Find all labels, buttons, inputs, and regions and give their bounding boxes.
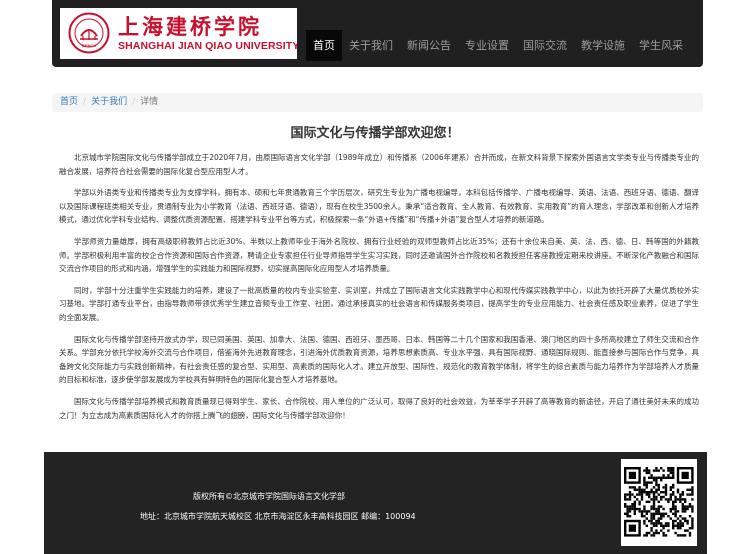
breadcrumb-separator: / bbox=[132, 97, 136, 107]
breadcrumb: 首页 / 关于我们 / 详情 bbox=[52, 93, 703, 112]
article-paragraph: 国际文化与传播学部坚持开放式办学，现已同美国、英国、加拿大、法国、德国、西班牙、… bbox=[59, 334, 699, 385]
article-title: 国际文化与传播学部欢迎您！ bbox=[290, 126, 460, 141]
nav-item-home[interactable]: 首页 bbox=[306, 30, 342, 61]
logo-english-name: SHANGHAI JIAN QIAO UNIVERSITY bbox=[118, 40, 297, 52]
nav-item-news[interactable]: 新闻公告 bbox=[400, 30, 458, 61]
nav-item-facilities[interactable]: 教学设施 bbox=[574, 30, 632, 61]
svg-text:GENCH: GENCH bbox=[82, 43, 97, 48]
footer-address: 地址：北京城市学院航天城校区 北京市海淀区永丰高科技园区 邮编：100094 bbox=[140, 512, 416, 521]
article-paragraph: 学部以外语类专业和传播类专业为支撑学科，拥有本、硕和七年贯通教育三个学历层次，研… bbox=[59, 188, 699, 225]
university-seal-icon: GENCH bbox=[68, 12, 110, 54]
breadcrumb-about-link[interactable]: 关于我们 bbox=[91, 97, 127, 107]
breadcrumb-current: 详情 bbox=[140, 97, 159, 107]
article-paragraph: 学部师资力量雄厚，拥有高级职称教师占比近30%、半数以上教师毕业于海外名院校、拥… bbox=[59, 236, 699, 274]
nav-item-students[interactable]: 学生风采 bbox=[632, 30, 690, 61]
logo-chinese-name: 上海建桥学院 bbox=[118, 14, 262, 39]
nav-item-international[interactable]: 国际交流 bbox=[516, 30, 574, 61]
breadcrumb-home-link[interactable]: 首页 bbox=[60, 97, 78, 107]
nav-item-majors[interactable]: 专业设置 bbox=[458, 30, 516, 61]
article-paragraph: 国际文化与传播学部培养模式和教育质量现已得到学生、家长、合作院校、用人单位的广泛… bbox=[59, 396, 699, 420]
university-logo[interactable]: GENCH 上海建桥学院 SHANGHAI JIAN QIAO UNIVERSI… bbox=[60, 8, 297, 59]
article-paragraph: 北京城市学院国际文化与传播学部成立于2020年7月，由原国际语言文化学部（198… bbox=[59, 153, 699, 176]
site-footer: 版权所有©北京城市学院国际语言文化学部 地址：北京城市学院航天城校区 北京市海淀… bbox=[44, 452, 707, 554]
nav-item-about[interactable]: 关于我们 bbox=[342, 30, 400, 61]
article-paragraph: 同时，学部十分注重学生实践能力的培养，建设了一批高质量的校内专业实验室、实训室，… bbox=[59, 285, 699, 322]
qr-code-icon bbox=[621, 459, 697, 546]
breadcrumb-separator: / bbox=[83, 97, 87, 107]
main-nav: 首页 关于我们 新闻公告 专业设置 国际交流 教学设施 学生风采 bbox=[306, 30, 690, 61]
site-header: GENCH 上海建桥学院 SHANGHAI JIAN QIAO UNIVERSI… bbox=[52, 0, 703, 67]
article-body: 北京城市学院国际文化与传播学部成立于2020年7月，由原国际语言文化学部（198… bbox=[59, 151, 699, 430]
footer-copyright: 版权所有©北京城市学院国际语言文化学部 bbox=[193, 492, 345, 501]
